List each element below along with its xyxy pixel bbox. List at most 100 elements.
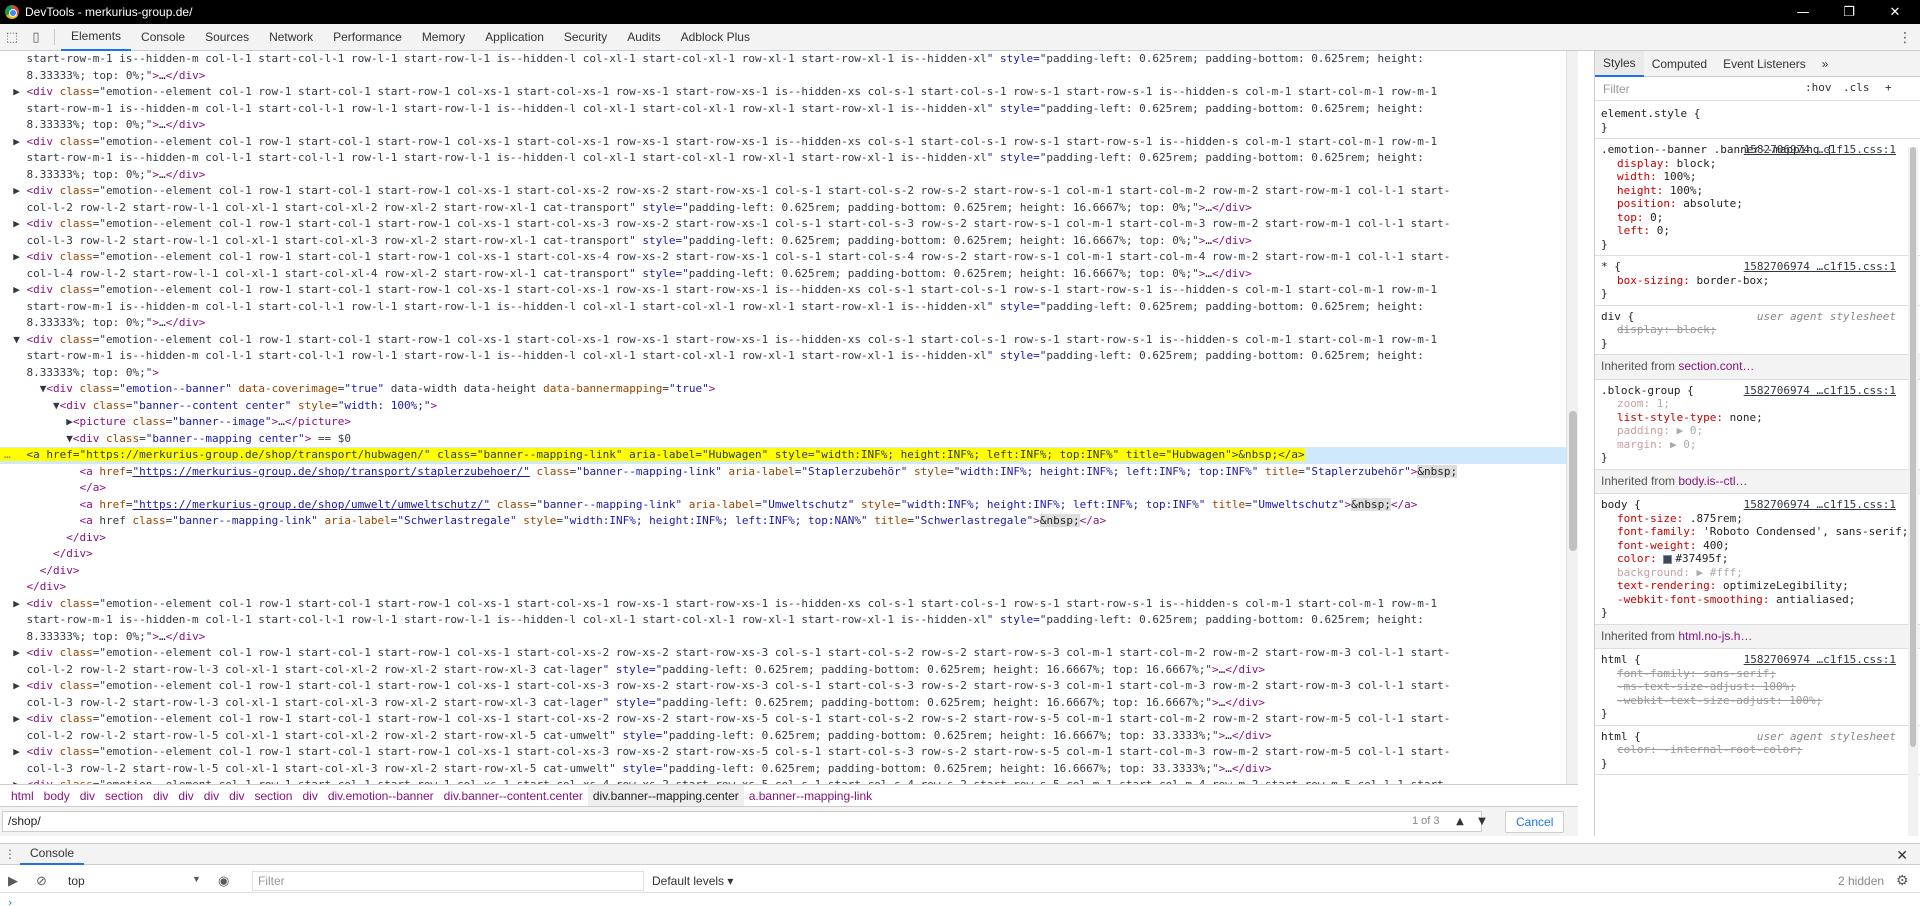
breadcrumb-item[interactable]: div.emotion--banner	[323, 785, 439, 807]
tab-performance[interactable]: Performance	[323, 24, 412, 51]
rule-source-link[interactable]: 1582706974 …c1f15.css:1	[1744, 260, 1896, 274]
breadcrumb-item[interactable]: section	[249, 785, 297, 807]
dom-node[interactable]: ▶ <div class="emotion--element col-1 row…	[0, 596, 1578, 613]
tab-computed[interactable]: Computed	[1644, 51, 1715, 77]
breadcrumb-item[interactable]: section	[100, 785, 148, 807]
close-drawer-icon[interactable]: ✕	[1896, 847, 1908, 864]
dom-node[interactable]: ▶ <div class="emotion--element col-1 row…	[0, 216, 1578, 233]
css-property[interactable]: left: 0;	[1601, 224, 1914, 238]
dom-node[interactable]: col-l-2 row-l-2 start-row-l-5 col-xl-1 s…	[0, 728, 1578, 745]
css-property[interactable]: font-weight: 400;	[1601, 539, 1914, 553]
css-property[interactable]: width: 100%;	[1601, 170, 1914, 184]
dom-node[interactable]: 8.33333%; top: 0%;">…</div>	[0, 315, 1578, 332]
dom-node[interactable]: ▼ <div class="emotion--element col-1 row…	[0, 332, 1578, 349]
inherited-from-link[interactable]: section.cont…	[1678, 359, 1754, 373]
search-input[interactable]: /shop/	[2, 811, 1482, 832]
breadcrumb-item[interactable]: div	[148, 785, 173, 807]
dom-node[interactable]: </div>	[0, 563, 1578, 580]
styles-filter-input[interactable]: Filter	[1603, 82, 1630, 96]
console-prompt-icon[interactable]: ›	[8, 896, 12, 906]
dom-node[interactable]: ▶ <div class="emotion--element col-1 row…	[0, 777, 1578, 784]
dom-node[interactable]: col-l-4 row-l-2 start-row-l-1 col-xl-1 s…	[0, 266, 1578, 283]
dom-node-selected[interactable]: … <a href="https://merkurius-group.de/sh…	[0, 447, 1578, 464]
tab-security[interactable]: Security	[554, 24, 617, 51]
more-tabs-icon[interactable]: »	[1814, 51, 1837, 77]
dom-node[interactable]: </div>	[0, 579, 1578, 596]
dom-node[interactable]: 8.33333%; top: 0%;">…</div>	[0, 629, 1578, 646]
css-property[interactable]: box-sizing: border-box;	[1601, 274, 1914, 288]
search-prev-icon[interactable]: ▲	[1452, 813, 1468, 829]
dom-node[interactable]: 8.33333%; top: 0%;">	[0, 365, 1578, 382]
css-property[interactable]: position: absolute;	[1601, 197, 1914, 211]
css-property[interactable]: zoom: 1;	[1601, 397, 1914, 411]
context-selector[interactable]: top	[68, 874, 85, 888]
tab-network[interactable]: Network	[259, 24, 323, 51]
css-property[interactable]: top: 0;	[1601, 211, 1914, 225]
css-property[interactable]: display: block;	[1601, 323, 1914, 337]
tab-application[interactable]: Application	[475, 24, 554, 51]
dom-node[interactable]: ▶ <div class="emotion--element col-1 row…	[0, 249, 1578, 266]
dom-node[interactable]: 8.33333%; top: 0%;">…</div>	[0, 68, 1578, 85]
sidebar-toggle-icon[interactable]: ▶	[8, 873, 18, 889]
dom-node[interactable]: 8.33333%; top: 0%;">…</div>	[0, 117, 1578, 134]
css-property[interactable]: color: #37495f;	[1601, 552, 1914, 566]
css-property[interactable]: font-family: sans-serif;	[1601, 667, 1914, 681]
dom-node[interactable]: ▶ <div class="emotion--element col-1 row…	[0, 84, 1578, 101]
css-property[interactable]: display: block;	[1601, 157, 1914, 171]
dom-node[interactable]: start-row-m-1 is--hidden-m col-l-1 start…	[0, 101, 1578, 118]
tab-console[interactable]: Console	[131, 24, 195, 51]
breadcrumb-item[interactable]: html	[6, 785, 39, 807]
dom-scrollbar-thumb[interactable]	[1569, 411, 1577, 551]
breadcrumb-item[interactable]: div.banner--content.center	[439, 785, 588, 807]
dom-node[interactable]: start-row-m-1 is--hidden-m col-l-1 start…	[0, 150, 1578, 167]
tab-memory[interactable]: Memory	[412, 24, 475, 51]
css-property[interactable]: text-rendering: optimizeLegibility;	[1601, 579, 1914, 593]
dom-node[interactable]: col-l-2 row-l-2 start-row-l-3 col-xl-1 s…	[0, 662, 1578, 679]
dom-scrollbar[interactable]	[1566, 51, 1578, 784]
dom-node[interactable]: col-l-3 row-l-2 start-row-l-5 col-xl-1 s…	[0, 761, 1578, 778]
dom-node[interactable]: start-row-m-1 is--hidden-m col-l-1 start…	[0, 612, 1578, 629]
ellipsis-icon[interactable]: …	[4, 447, 11, 464]
css-property[interactable]: -webkit-text-size-adjust: 100%;	[1601, 694, 1914, 708]
inspect-element-icon[interactable]: ⬚	[0, 24, 24, 51]
tab-styles[interactable]: Styles	[1595, 51, 1644, 77]
dom-node[interactable]: start-row-m-1 is--hidden-m col-l-1 start…	[0, 299, 1578, 316]
console-filter-input[interactable]: Filter	[252, 871, 644, 891]
new-rule-button[interactable]: +	[1885, 81, 1892, 94]
rule-source-link[interactable]: 1582706974 …c1f15.css:1	[1744, 384, 1896, 398]
breadcrumb-item[interactable]: div	[297, 785, 322, 807]
dom-node[interactable]: ▶<picture class="banner--image">…</pictu…	[0, 414, 1578, 431]
cls-button[interactable]: .cls	[1843, 81, 1870, 94]
dom-node[interactable]: 8.33333%; top: 0%;">…</div>	[0, 167, 1578, 184]
inherited-from-link[interactable]: body.is--ctl…	[1678, 474, 1747, 488]
clear-console-icon[interactable]: ⊘	[36, 873, 47, 889]
css-property[interactable]: -webkit-font-smoothing: antialiased;	[1601, 593, 1914, 607]
breadcrumb-item[interactable]: body	[39, 785, 75, 807]
rule-source-link[interactable]: 1582706974 …c1f15.css:1	[1744, 498, 1896, 512]
css-property[interactable]: -ms-text-size-adjust: 100%;	[1601, 680, 1914, 694]
dom-node[interactable]: <a href class="banner--mapping-link" ari…	[0, 513, 1578, 530]
css-property[interactable]: background: ▶ #fff;	[1601, 566, 1914, 580]
levels-dropdown[interactable]: Default levels ▾	[652, 874, 733, 888]
dom-node[interactable]: ▶ <div class="emotion--element col-1 row…	[0, 678, 1578, 695]
dom-node[interactable]: </div>	[0, 546, 1578, 563]
css-property[interactable]: margin: ▶ 0;	[1601, 438, 1914, 452]
breadcrumb-item[interactable]: div	[75, 785, 100, 807]
drawer-menu-icon[interactable]: ⋮	[0, 847, 20, 861]
breadcrumb-item[interactable]: a.banner--mapping-link	[744, 785, 877, 807]
dom-node[interactable]: col-l-3 row-l-2 start-row-l-3 col-xl-1 s…	[0, 695, 1578, 712]
minimize-icon[interactable]: —	[1780, 0, 1826, 24]
cancel-button[interactable]: Cancel	[1505, 811, 1565, 833]
tab-adblock-plus[interactable]: Adblock Plus	[671, 24, 760, 51]
close-icon[interactable]: ✕	[1872, 0, 1918, 24]
dom-node[interactable]: ▶ <div class="emotion--element col-1 row…	[0, 282, 1578, 299]
dom-node[interactable]: col-l-2 row-l-2 start-row-l-1 col-xl-1 s…	[0, 200, 1578, 217]
dom-node[interactable]: ▶ <div class="emotion--element col-1 row…	[0, 744, 1578, 761]
dom-node[interactable]: <a href="https://merkurius-group.de/shop…	[0, 497, 1578, 514]
more-options-icon[interactable]: ⋮	[1898, 24, 1912, 51]
dom-node[interactable]: ▶ <div class="emotion--element col-1 row…	[0, 711, 1578, 728]
css-property[interactable]: font-size: .875rem;	[1601, 512, 1914, 526]
chevron-down-icon[interactable]: ▼	[192, 874, 201, 884]
css-property[interactable]: font-family: 'Roboto Condensed', sans-se…	[1601, 525, 1914, 539]
rule-selector[interactable]: element.style {	[1601, 107, 1914, 121]
